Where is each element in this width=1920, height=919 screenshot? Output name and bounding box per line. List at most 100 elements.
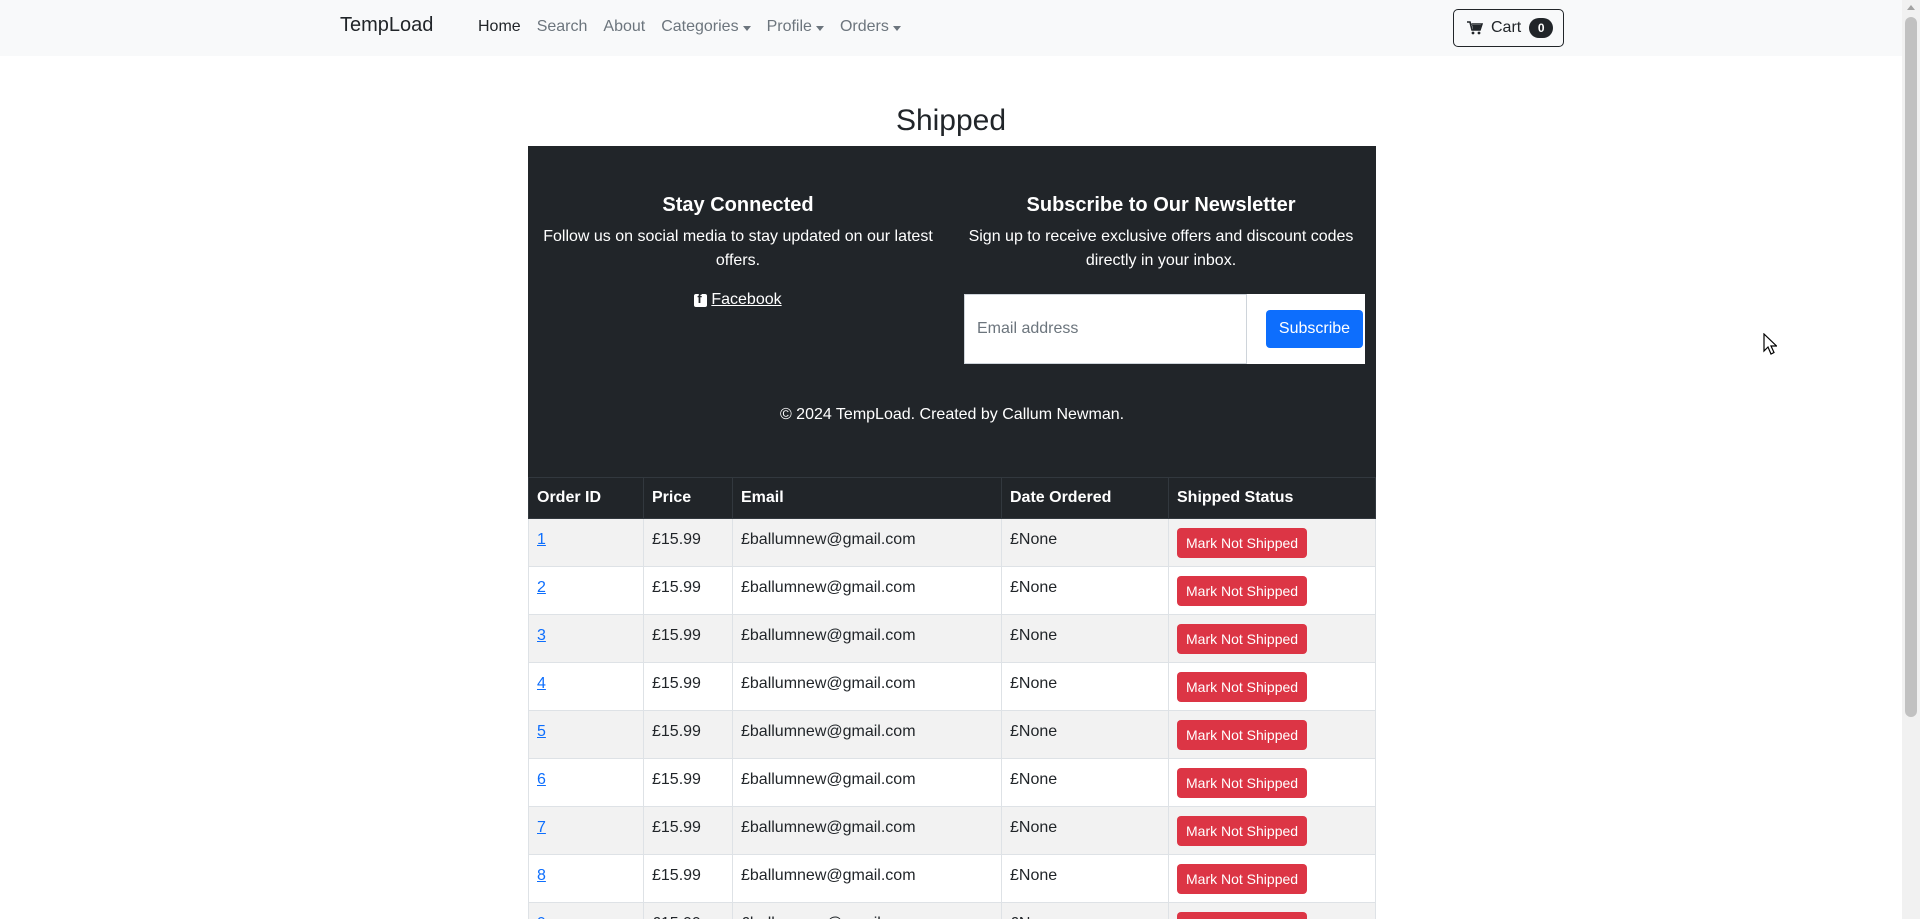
- header-price: Price: [643, 477, 733, 519]
- shipped-status-cell: Mark Not Shipped: [1168, 518, 1376, 567]
- nav-search-label: Search: [536, 18, 588, 35]
- nav-about-label: About: [603, 18, 646, 35]
- date-ordered-cell: £None: [1001, 614, 1169, 663]
- facebook-icon: [694, 291, 708, 307]
- date-ordered-cell: £None: [1001, 902, 1169, 919]
- price-cell: £15.99: [643, 758, 733, 807]
- price-cell: £15.99: [643, 902, 733, 919]
- caret-down-icon: [892, 25, 901, 31]
- email-cell: £ballumnew@gmail.com: [732, 614, 1002, 663]
- email-input[interactable]: [964, 294, 1247, 364]
- nav-search[interactable]: Search: [537, 18, 588, 36]
- order-id-link[interactable]: 7: [537, 819, 546, 836]
- price-cell: £15.99: [643, 566, 733, 615]
- nav-orders-label: Orders: [839, 18, 889, 35]
- nav-profile-label: Profile: [766, 18, 812, 35]
- email-cell: £ballumnew@gmail.com: [732, 902, 1002, 919]
- shipped-status-cell: Mark Not Shipped: [1168, 566, 1376, 615]
- stay-connected-text: Follow us on social media to stay update…: [543, 228, 933, 269]
- order-id-link[interactable]: 4: [537, 675, 546, 692]
- mark-not-shipped-button[interactable]: Mark Not Shipped: [1177, 912, 1308, 919]
- newsletter-title: Subscribe to Our Newsletter: [1026, 194, 1296, 216]
- shipped-status-cell: Mark Not Shipped: [1168, 854, 1376, 903]
- cart-count-badge: 0: [1529, 18, 1554, 38]
- order-id-link[interactable]: 8: [537, 867, 546, 884]
- cart-icon: [1467, 21, 1483, 35]
- nav-orders-dropdown[interactable]: Orders: [840, 18, 901, 36]
- order-id-cell: 3: [528, 614, 644, 663]
- shipped-status-cell: Mark Not Shipped: [1168, 614, 1376, 663]
- mark-not-shipped-button[interactable]: Mark Not Shipped: [1177, 576, 1308, 606]
- nav-about[interactable]: About: [603, 18, 645, 36]
- shipped-status-cell: Mark Not Shipped: [1168, 806, 1376, 855]
- mark-not-shipped-button[interactable]: Mark Not Shipped: [1177, 720, 1308, 750]
- mark-not-shipped-button[interactable]: Mark Not Shipped: [1177, 672, 1308, 702]
- email-cell: £ballumnew@gmail.com: [732, 758, 1002, 807]
- order-id-link[interactable]: 2: [537, 579, 546, 596]
- header-order-id: Order ID: [528, 477, 644, 519]
- table-row: 2 £15.99 £ballumnew@gmail.com £None Mark Not…: [528, 566, 1376, 615]
- newsletter-section: Subscribe to Our Newsletter Sign up to r…: [961, 194, 1361, 273]
- facebook-label: Facebook: [711, 291, 782, 308]
- price-cell: £15.99: [643, 518, 733, 567]
- mouse-cursor-icon: [1763, 333, 1777, 355]
- date-ordered-cell: £None: [1001, 518, 1169, 567]
- subscribe-form: Subscribe: [964, 294, 1365, 364]
- copyright-text: © 2024 TempLoad. Created by Callum Newma…: [779, 406, 1125, 423]
- shipped-status-cell: Mark Not Shipped: [1168, 710, 1376, 759]
- email-cell: £ballumnew@gmail.com: [732, 566, 1002, 615]
- nav-home-label: Home: [478, 18, 521, 35]
- order-id-cell: 6: [528, 758, 644, 807]
- page-scrollbar[interactable]: [1902, 0, 1920, 919]
- nav-categories-dropdown[interactable]: Categories: [661, 18, 751, 36]
- order-id-cell: 4: [528, 662, 644, 711]
- date-ordered-cell: £None: [1001, 806, 1169, 855]
- order-id-cell: 7: [528, 806, 644, 855]
- mark-not-shipped-button[interactable]: Mark Not Shipped: [1177, 768, 1308, 798]
- subscribe-button[interactable]: Subscribe: [1266, 310, 1363, 348]
- page-title: Shipped: [895, 104, 1007, 137]
- order-id-link[interactable]: 9: [537, 915, 546, 919]
- email-cell: £ballumnew@gmail.com: [732, 854, 1002, 903]
- email-cell: £ballumnew@gmail.com: [732, 662, 1002, 711]
- mark-not-shipped-button[interactable]: Mark Not Shipped: [1177, 624, 1308, 654]
- price-cell: £15.99: [643, 710, 733, 759]
- scroll-up-arrow-icon[interactable]: [1907, 5, 1915, 10]
- email-cell: £ballumnew@gmail.com: [732, 710, 1002, 759]
- brand-link[interactable]: TempLoad: [340, 14, 433, 37]
- table-row: 7 £15.99 £ballumnew@gmail.com £None Mark Not…: [528, 806, 1376, 855]
- table-row: 6 £15.99 £ballumnew@gmail.com £None Mark Not…: [528, 758, 1376, 807]
- caret-down-icon: [815, 25, 824, 31]
- shipped-status-cell: Mark Not Shipped: [1168, 662, 1376, 711]
- date-ordered-cell: £None: [1001, 662, 1169, 711]
- mark-not-shipped-button[interactable]: Mark Not Shipped: [1177, 864, 1308, 894]
- order-id-link[interactable]: 1: [537, 531, 546, 548]
- stay-connected-title: Stay Connected: [662, 194, 814, 216]
- price-cell: £15.99: [643, 854, 733, 903]
- table-row: 4 £15.99 £ballumnew@gmail.com £None Mark Not…: [528, 662, 1376, 711]
- order-id-cell: 2: [528, 566, 644, 615]
- scrollbar-thumb[interactable]: [1905, 17, 1917, 717]
- price-cell: £15.99: [643, 662, 733, 711]
- facebook-link[interactable]: Facebook: [694, 291, 782, 309]
- nav-menu: Home Search About Categories Profile Ord…: [478, 18, 917, 36]
- order-id-link[interactable]: 5: [537, 723, 546, 740]
- nav-home[interactable]: Home: [478, 18, 521, 36]
- date-ordered-cell: £None: [1001, 566, 1169, 615]
- email-cell: £ballumnew@gmail.com: [732, 518, 1002, 567]
- stay-connected-section: Stay Connected Follow us on social media…: [538, 194, 938, 312]
- table-row: 8 £15.99 £ballumnew@gmail.com £None Mark Not…: [528, 854, 1376, 903]
- mark-not-shipped-button[interactable]: Mark Not Shipped: [1177, 816, 1308, 846]
- order-id-link[interactable]: 3: [537, 627, 546, 644]
- footer-panel: Stay Connected Follow us on social media…: [528, 146, 1376, 477]
- order-id-cell: 1: [528, 518, 644, 567]
- navbar: TempLoad Home Search About Categories Pr…: [0, 0, 1902, 56]
- header-shipped-status: Shipped Status: [1168, 477, 1376, 519]
- nav-profile-dropdown[interactable]: Profile: [767, 18, 824, 36]
- order-id-link[interactable]: 6: [537, 771, 546, 788]
- caret-down-icon: [742, 25, 751, 31]
- cart-button[interactable]: Cart 0: [1453, 9, 1564, 47]
- mark-not-shipped-button[interactable]: Mark Not Shipped: [1177, 528, 1308, 558]
- order-id-cell: 5: [528, 710, 644, 759]
- newsletter-text: Sign up to receive exclusive offers and …: [968, 228, 1354, 269]
